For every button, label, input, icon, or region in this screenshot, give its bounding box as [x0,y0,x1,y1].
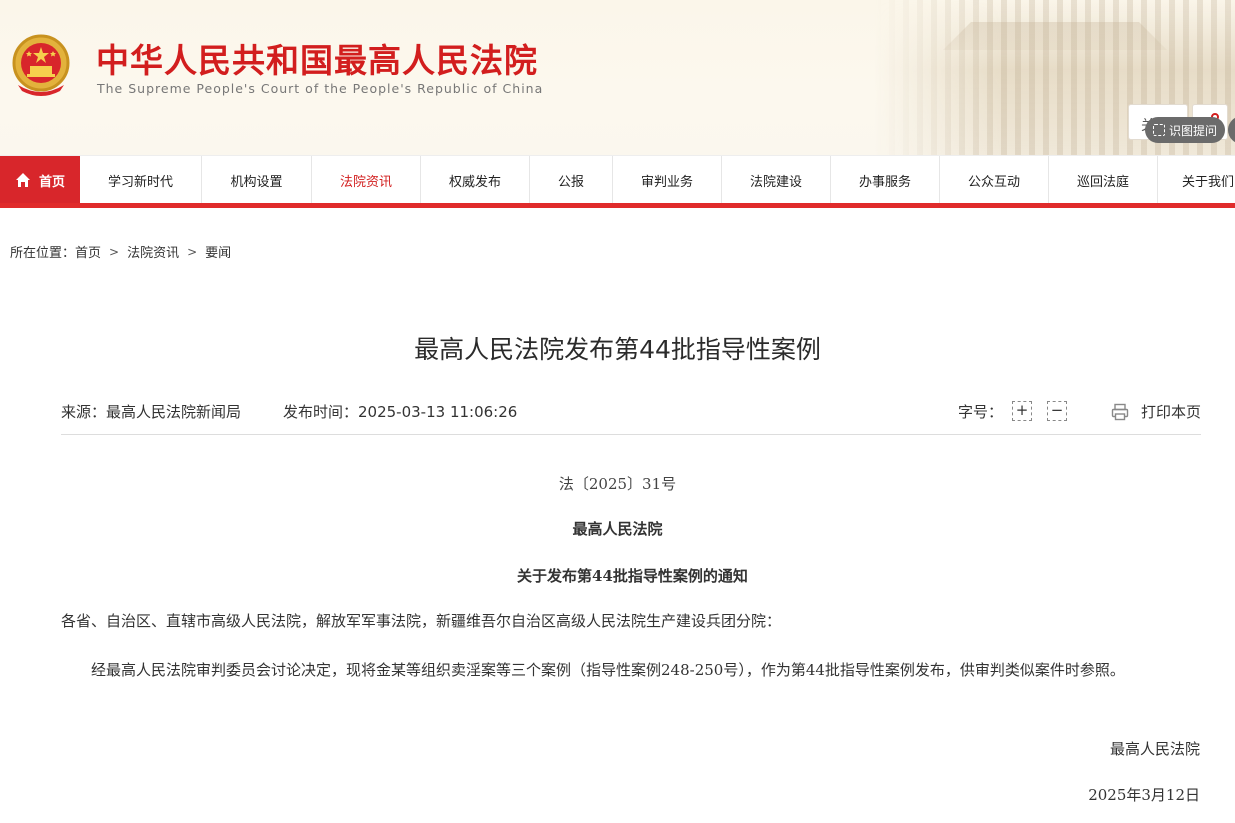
nav-item-interaction[interactable]: 公众互动 [940,156,1049,204]
print-button[interactable]: 打印本页 [1111,401,1201,422]
ocr-button-label: 识图提问 [1168,123,1217,138]
notice-title: 关于发布第44批指导性案例的通知 [517,567,748,585]
home-icon [15,173,30,187]
nav-item-gazette[interactable]: 公报 [530,156,613,204]
chevron-right-icon: > [187,244,198,259]
article-meta: 来源：最高人民法院新闻局 发布时间：2025-03-13 11:06:26 字号… [61,401,1201,435]
chevron-right-icon: > [109,244,120,259]
article-pubtime: 发布时间：2025-03-13 11:06:26 [283,403,518,421]
print-label: 打印本页 [1140,403,1201,421]
nav-item-label: 首页 [38,174,65,190]
document-number: 法〔2025〕31号 [558,475,677,493]
article-source: 来源：最高人民法院新闻局 [61,403,242,421]
body-paragraph: 经最高人民法院审判委员会讨论决定，现将金某等组织卖淫案等三个案例（指导性案例24… [91,661,1125,679]
nav-item-court-building[interactable]: 法院建设 [722,156,831,204]
site-title: 中华人民共和国最高人民法院 [96,41,538,80]
signature-date: 2025年3月12日 [1088,786,1200,804]
font-increase-button[interactable]: + [1012,401,1032,421]
nav-item-home[interactable]: 首页 [0,156,80,204]
main-nav: 首页 学习新时代 机构设置 法院资讯 权威发布 公报 审判业务 法院建设 办事服… [0,155,1235,204]
nav-item-trial[interactable]: 审判业务 [613,156,722,204]
site-header: 中华人民共和国最高人民法院 The Supreme People's Court… [0,0,1235,155]
breadcrumb-court-news[interactable]: 法院资讯 [127,242,179,261]
nav-item-about[interactable]: 关于我们 [1158,156,1235,204]
nav-item-circuit-courts[interactable]: 巡回法庭 [1049,156,1158,204]
ocr-ask-button[interactable]: 识图提问 [1145,117,1225,143]
breadcrumb-headlines[interactable]: 要闻 [205,242,231,261]
issuer-heading: 最高人民法院 [572,520,663,538]
article-title: 最高人民法院发布第44批指导性案例 [414,335,821,364]
nav-item-services[interactable]: 办事服务 [831,156,940,204]
breadcrumb-prefix: 所在位置： [10,246,76,261]
breadcrumb-home[interactable]: 首页 [75,242,101,261]
signature: 最高人民法院 [1109,740,1200,758]
national-emblem-icon [12,34,70,96]
breadcrumb: 所在位置： 首页 > 法院资讯 > 要闻 [10,242,231,262]
nav-item-organization[interactable]: 机构设置 [202,156,312,204]
nav-underline [0,203,1235,208]
font-decrease-button[interactable]: − [1047,401,1067,421]
salutation: 各省、自治区、直辖市高级人民法院，解放军军事法院，新疆维吾尔自治区高级人民法院生… [61,612,782,630]
printer-icon [1111,403,1129,420]
nav-item-study[interactable]: 学习新时代 [80,156,202,204]
site-subtitle: The Supreme People's Court of the People… [97,81,544,96]
nav-item-court-news[interactable]: 法院资讯 [312,156,421,204]
nav-item-releases[interactable]: 权威发布 [421,156,530,204]
font-size-label: 字号： [958,403,1004,421]
scan-icon [1152,124,1165,136]
